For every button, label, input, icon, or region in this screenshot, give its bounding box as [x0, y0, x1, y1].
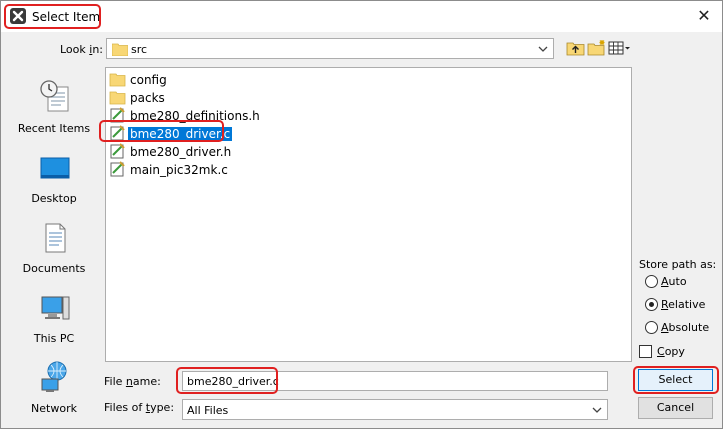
files-of-type-value: All Files — [187, 404, 229, 417]
source-file-icon — [110, 161, 125, 177]
this-pc-icon — [41, 296, 70, 320]
place-label: Recent Items — [17, 122, 91, 135]
list-item-main-pic32mk-c[interactable]: main_pic32mk.c — [108, 161, 230, 178]
radio-label: Relative — [661, 298, 706, 311]
chevron-down-icon — [592, 407, 602, 413]
radio-label: Auto — [661, 275, 687, 288]
view-menu-icon[interactable] — [608, 39, 632, 57]
select-button-highlight-annotation — [633, 366, 719, 394]
file-name-label: File name: — [104, 375, 161, 388]
title-bar: Select Item ✕ — [1, 1, 722, 32]
list-item-packs[interactable]: packs — [108, 89, 167, 106]
selected-file-highlight-annotation — [99, 120, 224, 142]
title-highlight-annotation — [4, 4, 101, 29]
radio-circle — [645, 321, 658, 334]
place-label: This PC — [33, 332, 75, 345]
file-name: bme280_driver.h — [130, 145, 232, 159]
place-desktop[interactable]: Desktop — [9, 147, 99, 213]
store-path-label: Store path as: — [639, 258, 717, 271]
documents-icon — [45, 223, 66, 253]
network-icon — [41, 361, 67, 392]
up-folder-icon[interactable] — [566, 39, 586, 57]
place-network[interactable]: Network — [9, 357, 99, 423]
radio-label: Absolute — [661, 321, 710, 334]
desktop-icon — [40, 157, 70, 179]
chevron-down-icon — [538, 46, 548, 52]
look-in-label: Look in: — [60, 43, 104, 56]
cancel-button[interactable]: Cancel — [638, 397, 713, 419]
place-recent-items[interactable]: Recent Items — [9, 77, 99, 143]
file-name-highlight-annotation — [176, 367, 278, 394]
folder-icon — [112, 43, 128, 56]
files-of-type-combo[interactable]: All Files — [182, 399, 608, 420]
place-label: Network — [31, 402, 77, 415]
file-name: config — [130, 73, 167, 87]
close-button[interactable]: ✕ — [694, 6, 714, 26]
list-item-config[interactable]: config — [108, 71, 169, 88]
look-in-combo[interactable]: src — [106, 38, 554, 59]
file-name: main_pic32mk.c — [130, 163, 228, 177]
file-list[interactable]: config packs bme280_definitions.h bme280… — [105, 67, 632, 362]
recent-items-icon — [40, 80, 69, 112]
radio-circle — [645, 275, 658, 288]
checkbox-box — [639, 345, 652, 358]
close-icon: ✕ — [697, 6, 711, 25]
places-sidebar: Recent Items Desktop Documents This PC N… — [9, 67, 99, 419]
place-this-pc[interactable]: This PC — [9, 287, 99, 353]
folder-icon — [109, 73, 126, 87]
copy-label: Copy — [657, 345, 685, 358]
list-item-bme280-driver-h[interactable]: bme280_driver.h — [108, 143, 233, 160]
folder-icon — [109, 91, 126, 105]
radio-circle-checked — [645, 298, 658, 311]
files-of-type-label: Files of type: — [104, 401, 175, 414]
look-in-value: src — [131, 43, 148, 56]
file-name: packs — [130, 91, 165, 105]
new-folder-icon[interactable] — [587, 39, 607, 57]
select-item-dialog: Select Item ✕ Look in: src Recent Items … — [0, 0, 723, 429]
place-label: Desktop — [31, 192, 77, 205]
source-file-icon — [110, 143, 125, 159]
place-documents[interactable]: Documents — [9, 217, 99, 283]
place-label: Documents — [22, 262, 86, 275]
